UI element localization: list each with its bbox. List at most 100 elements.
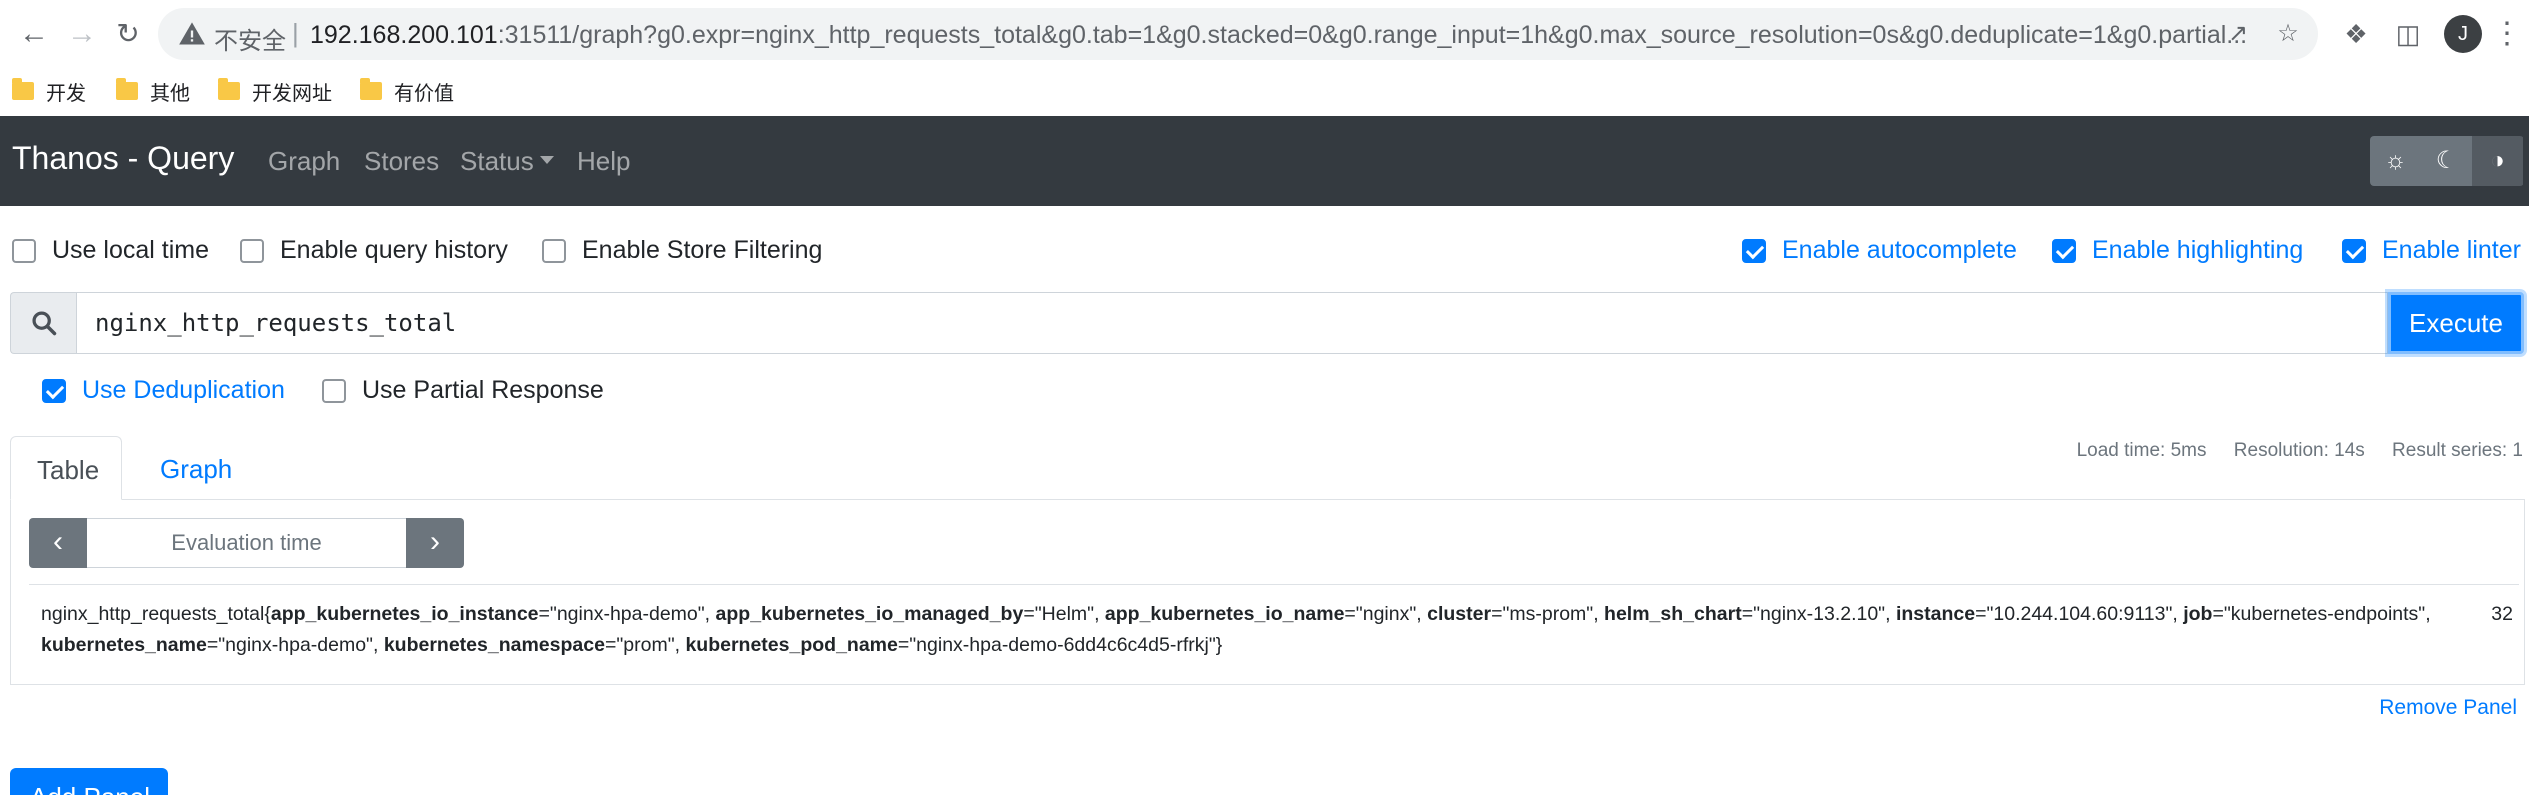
- checkbox-label: Enable query history: [280, 236, 508, 264]
- extensions-icon[interactable]: ❖: [2336, 14, 2376, 54]
- metric-close: }: [1215, 634, 1223, 656]
- brand-title[interactable]: Thanos - Query: [12, 140, 234, 177]
- evaluation-time-input[interactable]: Evaluation time: [87, 518, 406, 568]
- label-value: ="Helm",: [1023, 603, 1105, 625]
- back-icon[interactable]: ←: [14, 14, 54, 54]
- evaluation-time-group: ‹ Evaluation time ›: [29, 518, 464, 568]
- light-theme-icon[interactable]: ☼: [2370, 136, 2421, 186]
- dark-theme-icon[interactable]: ☾: [2421, 136, 2472, 186]
- checkbox[interactable]: [240, 238, 264, 263]
- checkbox-label: Enable highlighting: [2092, 236, 2304, 264]
- label-value: ="kubernetes-endpoints",: [2212, 603, 2431, 625]
- bookmark-folder[interactable]: 开发: [12, 76, 86, 106]
- bookmark-folder[interactable]: 其他: [116, 76, 190, 106]
- url-host: 192.168.200.101: [310, 21, 498, 49]
- nav-graph[interactable]: Graph: [268, 146, 340, 177]
- label-value: ="prom",: [604, 634, 686, 656]
- label-key: app_kubernetes_io_name: [1104, 603, 1345, 625]
- nav-status-label: Status: [460, 146, 534, 176]
- label-value: ="nginx-hpa-demo",: [206, 634, 384, 656]
- execute-button[interactable]: Execute: [2388, 292, 2524, 354]
- menu-icon[interactable]: ⋮: [2492, 14, 2522, 54]
- bookmark-label: 开发网址: [252, 82, 332, 105]
- store-filtering-checkbox[interactable]: Enable Store Filtering: [542, 236, 822, 265]
- label-key: kubernetes_name: [41, 634, 207, 656]
- checkbox[interactable]: [322, 378, 346, 403]
- folder-icon: [116, 78, 138, 100]
- expression-input[interactable]: nginx_http_requests_total: [76, 292, 2388, 354]
- checkbox-label: Enable autocomplete: [1782, 236, 2017, 264]
- series-labels: nginx_http_requests_total{app_kubernetes…: [41, 599, 2451, 661]
- autocomplete-checkbox[interactable]: Enable autocomplete: [1742, 236, 2017, 265]
- chevron-right-icon[interactable]: ›: [406, 518, 464, 568]
- series-value: 32: [2491, 603, 2513, 625]
- panel-stats: Load time: 5ms Resolution: 14s Result se…: [2055, 440, 2523, 462]
- label-key: kubernetes_namespace: [383, 634, 605, 656]
- partial-response-checkbox[interactable]: Use Partial Response: [322, 376, 604, 405]
- resolution: Resolution: 14s: [2233, 440, 2365, 461]
- checkbox[interactable]: [1742, 238, 1766, 263]
- theme-toggle: ☼ ☾ ◑: [2370, 136, 2524, 186]
- label-key: cluster: [1427, 603, 1492, 625]
- checkbox-label: Use Partial Response: [362, 376, 604, 404]
- search-icon: [10, 292, 76, 354]
- result-table: nginx_http_requests_total{app_kubernetes…: [29, 584, 2519, 656]
- label-value: ="nginx-hpa-demo",: [538, 603, 716, 625]
- load-time: Load time: 5ms: [2076, 440, 2207, 461]
- bookmark-label: 有价值: [394, 82, 454, 105]
- checkbox[interactable]: [2052, 238, 2076, 263]
- url-text[interactable]: 192.168.200.101:31511/graph?g0.expr=ngin…: [310, 21, 2260, 50]
- label-key: job: [2183, 603, 2213, 625]
- reload-icon[interactable]: ↻: [108, 14, 148, 54]
- address-bar[interactable]: 不安全 | 192.168.200.101:31511/graph?g0.exp…: [158, 8, 2318, 60]
- nav-stores[interactable]: Stores: [364, 146, 439, 177]
- nav-help[interactable]: Help: [577, 146, 630, 177]
- folder-icon: [360, 78, 382, 100]
- remove-panel-link[interactable]: Remove Panel: [2379, 696, 2517, 720]
- checkbox-label: Enable linter: [2382, 236, 2521, 264]
- tab-table[interactable]: Table: [10, 436, 122, 500]
- bookmark-folder[interactable]: 开发网址: [218, 76, 332, 106]
- browser-theme-icon[interactable]: ◑: [2472, 136, 2523, 186]
- profile-avatar[interactable]: J: [2444, 15, 2482, 53]
- label-key: helm_sh_chart: [1604, 603, 1742, 625]
- label-value: ="nginx-hpa-demo-6dd4c6c4d5-rfrkj": [897, 634, 1216, 656]
- checkbox[interactable]: [42, 378, 66, 403]
- checkbox-label: Enable Store Filtering: [582, 236, 823, 264]
- query-history-checkbox[interactable]: Enable query history: [240, 236, 508, 265]
- checkbox[interactable]: [12, 238, 36, 263]
- separator: |: [292, 18, 299, 48]
- result-series: Result series: 1: [2392, 440, 2523, 461]
- label-key: kubernetes_pod_name: [685, 634, 898, 656]
- label-value: ="10.244.104.60:9113",: [1975, 603, 2184, 625]
- forward-icon[interactable]: →: [62, 14, 102, 54]
- checkbox-label: Use local time: [52, 236, 209, 264]
- warning-icon[interactable]: [178, 20, 206, 48]
- checkbox[interactable]: [542, 238, 566, 263]
- star-icon[interactable]: ☆: [2272, 18, 2304, 50]
- bookmark-folder[interactable]: 有价值: [360, 76, 454, 106]
- label-value: ="nginx-13.2.10",: [1741, 603, 1896, 625]
- folder-icon: [12, 78, 34, 100]
- insecure-label: 不安全: [214, 28, 286, 55]
- tab-graph[interactable]: Graph: [134, 436, 258, 500]
- deduplication-checkbox[interactable]: Use Deduplication: [42, 376, 285, 405]
- linter-checkbox[interactable]: Enable linter: [2342, 236, 2521, 265]
- panel-body: ‹ Evaluation time › nginx_http_requests_…: [10, 499, 2525, 685]
- url-path: :31511/graph?g0.expr=nginx_http_requests…: [497, 21, 2248, 49]
- nav-status[interactable]: Status: [460, 146, 554, 177]
- chevron-left-icon[interactable]: ‹: [29, 518, 87, 568]
- label-value: ="ms-prom",: [1491, 603, 1605, 625]
- bookmark-label: 开发: [46, 82, 86, 105]
- label-value: ="nginx",: [1344, 603, 1428, 625]
- sidepanel-icon[interactable]: ◫: [2388, 14, 2428, 54]
- checkbox[interactable]: [2342, 238, 2366, 263]
- share-icon[interactable]: ↗: [2222, 18, 2254, 50]
- bookmarks-bar: 开发 其他 开发网址 有价值: [0, 68, 2529, 114]
- highlighting-checkbox[interactable]: Enable highlighting: [2052, 236, 2303, 265]
- app-navbar: Thanos - Query Graph Stores Status Help …: [0, 116, 2529, 206]
- add-panel-button[interactable]: Add Panel: [10, 768, 168, 795]
- local-time-checkbox[interactable]: Use local time: [12, 236, 209, 265]
- query-input-group: nginx_http_requests_total Execute: [10, 292, 2524, 354]
- bookmark-label: 其他: [150, 82, 190, 105]
